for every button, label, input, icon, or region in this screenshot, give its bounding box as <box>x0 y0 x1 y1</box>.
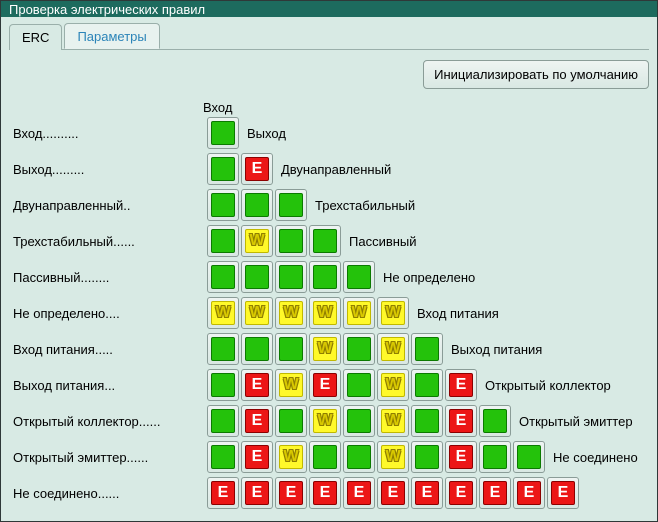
erc-cell[interactable] <box>411 405 443 437</box>
row-label: Открытый эмиттер...... <box>13 450 207 465</box>
erc-cell[interactable] <box>207 153 239 185</box>
erc-cell[interactable] <box>309 369 341 401</box>
erc-cell[interactable] <box>241 189 273 221</box>
init-defaults-button[interactable]: Инициализировать по умолчанию <box>423 60 649 89</box>
erc-cell[interactable] <box>343 297 375 329</box>
erc-cell[interactable] <box>207 117 239 149</box>
window-titlebar: Проверка электрических правил <box>1 1 657 17</box>
column-label: Пассивный <box>343 234 417 249</box>
erc-cell[interactable] <box>241 225 273 257</box>
erc-cell[interactable] <box>309 225 341 257</box>
erc-cell[interactable] <box>275 261 307 293</box>
row-label: Выход......... <box>13 162 207 177</box>
erc-cell[interactable] <box>241 333 273 365</box>
erc-cell[interactable] <box>309 297 341 329</box>
erc-cell[interactable] <box>241 261 273 293</box>
erc-cell[interactable] <box>275 333 307 365</box>
erc-cell[interactable] <box>445 441 477 473</box>
erc-cell[interactable] <box>309 261 341 293</box>
column-label: Не соединено <box>547 450 638 465</box>
column-label: Выход питания <box>445 342 542 357</box>
column-label: Выход <box>241 126 286 141</box>
row-label: Выход питания... <box>13 378 207 393</box>
column-label: Открытый коллектор <box>479 378 611 393</box>
erc-cell[interactable] <box>343 477 375 509</box>
erc-cell[interactable] <box>309 441 341 473</box>
erc-cell[interactable] <box>275 225 307 257</box>
erc-cell[interactable] <box>513 441 545 473</box>
column-label: Не определено <box>377 270 475 285</box>
erc-cell[interactable] <box>479 405 511 437</box>
row-label: Вход.......... <box>13 126 207 141</box>
erc-cell[interactable] <box>343 261 375 293</box>
erc-matrix: Вход Вход.......... Выход Выход......... Дву… <box>9 97 649 511</box>
erc-cell[interactable] <box>275 369 307 401</box>
erc-cell[interactable] <box>445 477 477 509</box>
erc-cell[interactable] <box>377 405 409 437</box>
erc-cell[interactable] <box>445 369 477 401</box>
erc-cell[interactable] <box>207 261 239 293</box>
erc-cell[interactable] <box>207 333 239 365</box>
erc-cell[interactable] <box>309 477 341 509</box>
erc-cell[interactable] <box>241 405 273 437</box>
erc-cell[interactable] <box>241 153 273 185</box>
erc-cell[interactable] <box>309 405 341 437</box>
erc-cell[interactable] <box>207 477 239 509</box>
column-label: Открытый эмиттер <box>513 414 633 429</box>
erc-cell[interactable] <box>445 405 477 437</box>
erc-cell[interactable] <box>241 441 273 473</box>
erc-cell[interactable] <box>207 441 239 473</box>
erc-cell[interactable] <box>343 405 375 437</box>
row-label: Не определено.... <box>13 306 207 321</box>
erc-cell[interactable] <box>275 441 307 473</box>
row-label: Не соединено...... <box>13 486 207 501</box>
erc-cell[interactable] <box>411 441 443 473</box>
column-label: Трехстабильный <box>309 198 415 213</box>
erc-cell[interactable] <box>377 333 409 365</box>
erc-cell[interactable] <box>479 477 511 509</box>
erc-cell[interactable] <box>207 225 239 257</box>
erc-cell[interactable] <box>241 477 273 509</box>
erc-cell[interactable] <box>377 441 409 473</box>
row-label: Открытый коллектор...... <box>13 414 207 429</box>
tab-erc[interactable]: ERC <box>9 24 62 50</box>
tab-parameters[interactable]: Параметры <box>64 23 159 49</box>
erc-cell[interactable] <box>275 297 307 329</box>
row-label: Вход питания..... <box>13 342 207 357</box>
column-label: Двунаправленный <box>275 162 391 177</box>
column-label: Вход <box>203 100 232 115</box>
erc-cell[interactable] <box>241 369 273 401</box>
erc-cell[interactable] <box>513 477 545 509</box>
column-label: Вход питания <box>411 306 499 321</box>
erc-cell[interactable] <box>377 297 409 329</box>
tabs: ERC Параметры <box>9 23 649 50</box>
erc-cell[interactable] <box>275 477 307 509</box>
erc-cell[interactable] <box>207 189 239 221</box>
erc-cell[interactable] <box>309 333 341 365</box>
erc-cell[interactable] <box>207 369 239 401</box>
erc-cell[interactable] <box>547 477 579 509</box>
erc-cell[interactable] <box>411 333 443 365</box>
erc-cell[interactable] <box>207 405 239 437</box>
erc-cell[interactable] <box>377 369 409 401</box>
erc-cell[interactable] <box>343 441 375 473</box>
erc-cell[interactable] <box>479 441 511 473</box>
row-label: Пассивный........ <box>13 270 207 285</box>
erc-cell[interactable] <box>377 477 409 509</box>
row-label: Двунаправленный.. <box>13 198 207 213</box>
erc-cell[interactable] <box>241 297 273 329</box>
erc-cell[interactable] <box>343 369 375 401</box>
row-label: Трехстабильный...... <box>13 234 207 249</box>
erc-cell[interactable] <box>411 477 443 509</box>
erc-cell[interactable] <box>275 405 307 437</box>
erc-cell[interactable] <box>343 333 375 365</box>
erc-cell[interactable] <box>411 369 443 401</box>
erc-cell[interactable] <box>207 297 239 329</box>
window-title: Проверка электрических правил <box>9 2 205 17</box>
erc-cell[interactable] <box>275 189 307 221</box>
